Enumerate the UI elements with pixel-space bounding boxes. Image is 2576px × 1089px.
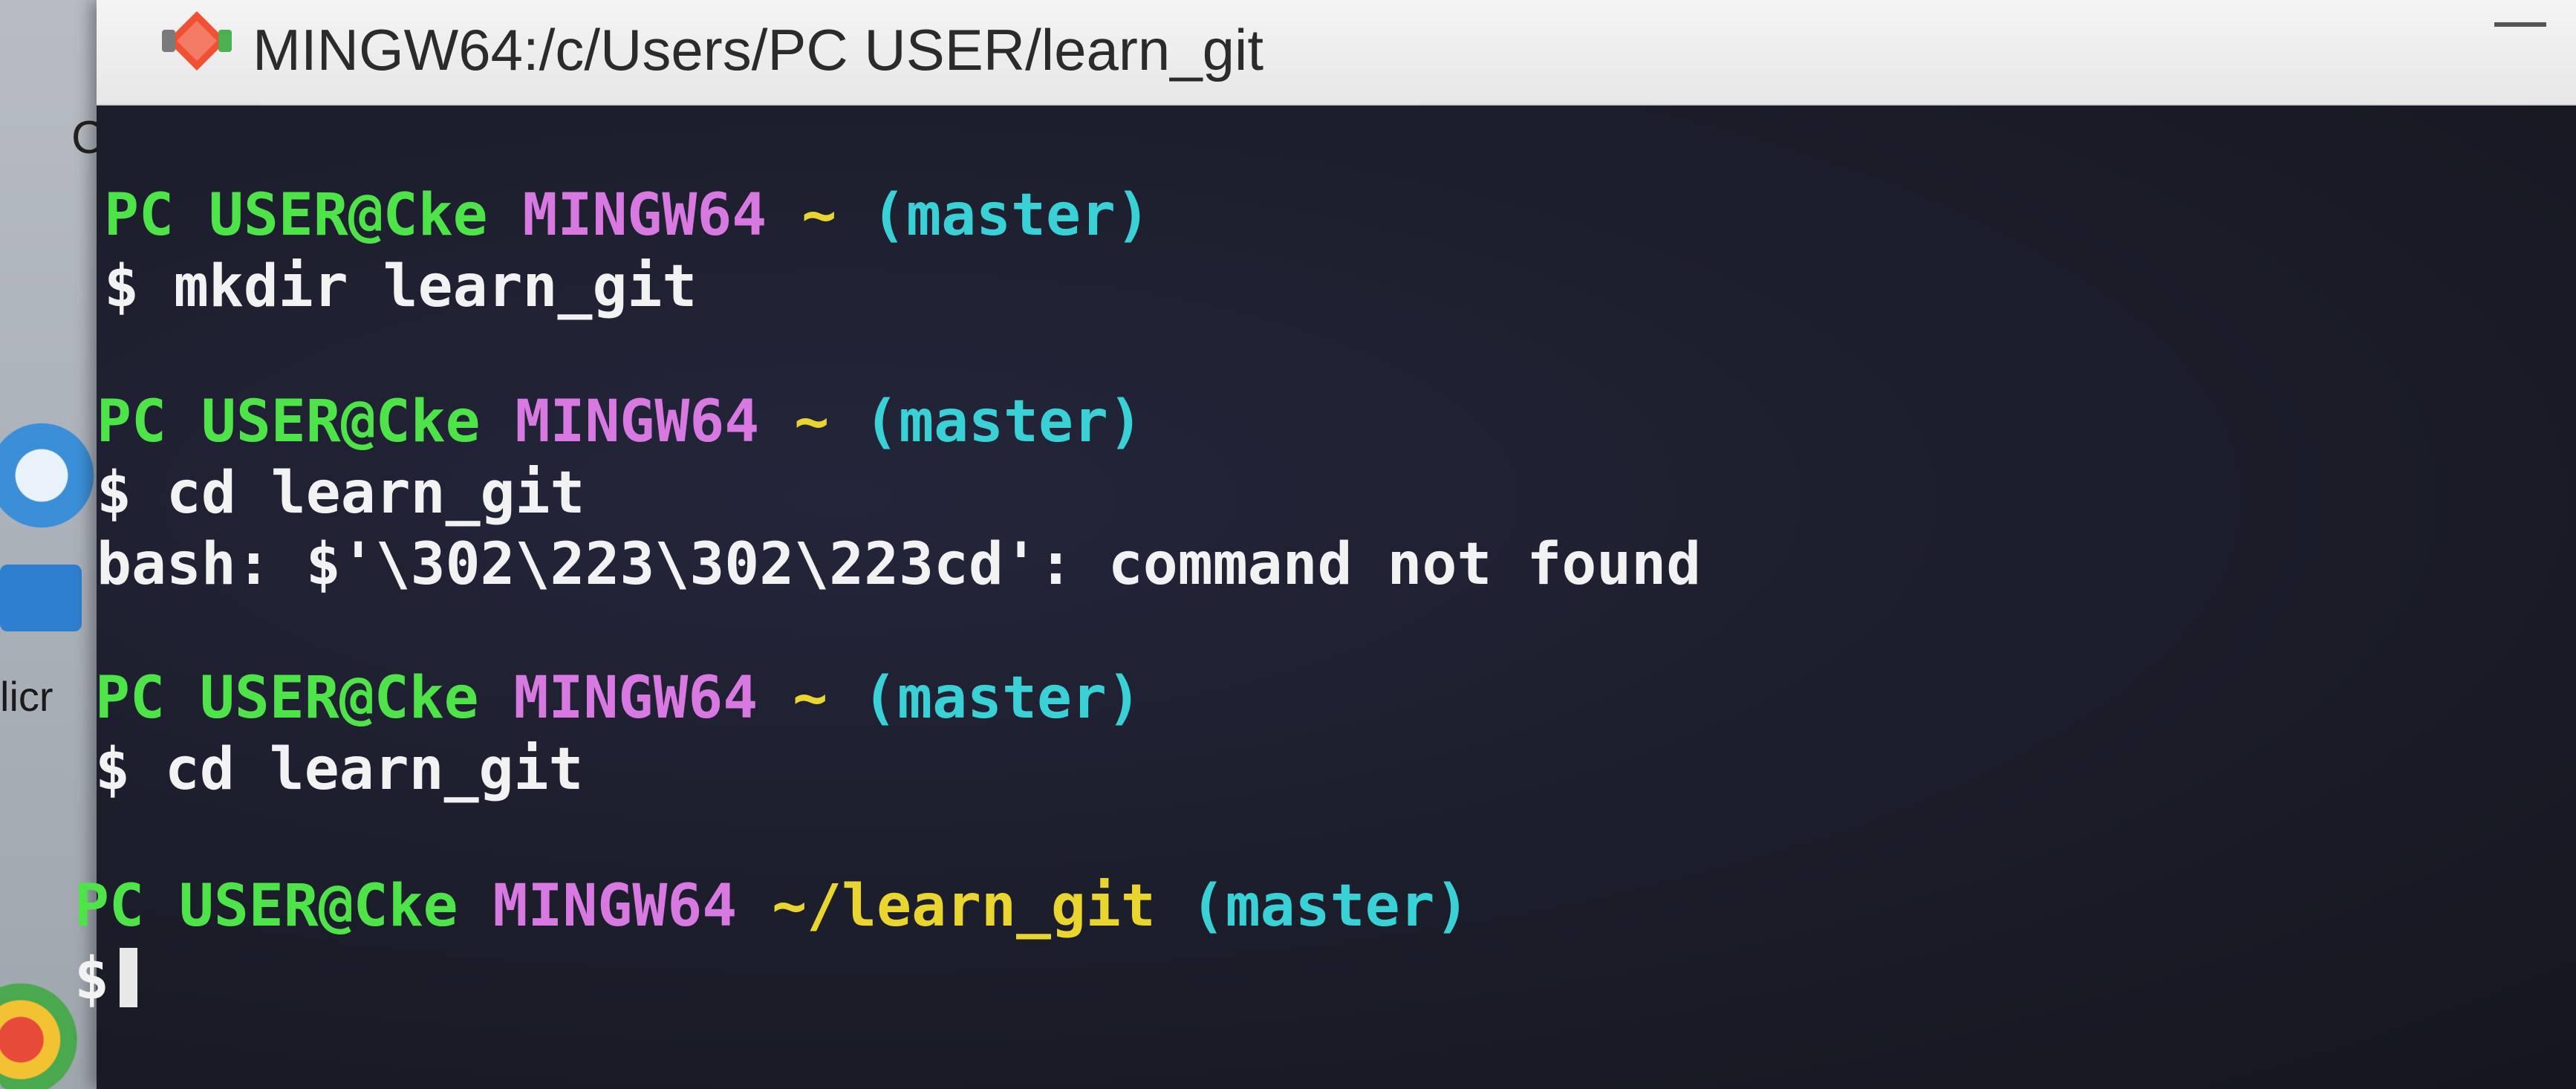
git-bash-icon	[162, 11, 232, 71]
command-line: $ mkdir learn_git	[104, 253, 697, 320]
terminal-output-area[interactable]: PC USER@Cke MINGW64 ~ (master) $ mkdir l…	[74, 105, 2576, 1089]
active-command-line[interactable]: $	[74, 943, 137, 1015]
prompt-user: PC USER@Cke	[97, 389, 481, 455]
prompt-line: PC USER@Cke MINGW64 ~ (master)	[97, 386, 1143, 458]
terminal-window[interactable]: MINGW64:/c/Users/PC USER/learn_git PC US…	[74, 0, 2576, 1089]
prompt-host: MINGW64	[522, 182, 767, 249]
prompt-line: PC USER@Cke MINGW64 ~ (master)	[95, 663, 1142, 734]
prompt-user: PC USER@Cke	[74, 873, 458, 940]
prompt-path: ~/learn_git	[772, 873, 1156, 940]
prompt-user: PC USER@Cke	[104, 182, 488, 249]
desktop-shortcut-icon[interactable]	[0, 565, 82, 631]
text-cursor	[119, 948, 137, 1007]
command-line: $ cd learn_git	[95, 736, 584, 803]
prompt-path: ~	[793, 665, 828, 732]
prompt-branch: (master)	[864, 389, 1143, 455]
prompt-symbol: $	[74, 946, 109, 1012]
prompt-branch: (master)	[1190, 873, 1470, 940]
prompt-host: MINGW64	[515, 389, 760, 455]
window-titlebar[interactable]: MINGW64:/c/Users/PC USER/learn_git	[97, 0, 2576, 105]
prompt-user: PC USER@Cke	[95, 665, 479, 732]
window-title: MINGW64:/c/Users/PC USER/learn_git	[253, 17, 1264, 82]
error-output: bash: $'\302\223\302\223cd': command not…	[97, 531, 1702, 598]
prompt-host: MINGW64	[513, 665, 758, 732]
prompt-line: PC USER@Cke MINGW64 ~ (master)	[104, 180, 1151, 251]
prompt-branch: (master)	[871, 182, 1151, 249]
prompt-line: PC USER@Cke MINGW64 ~/learn_git (master)	[74, 871, 1469, 942]
prompt-branch: (master)	[862, 665, 1142, 732]
prompt-host: MINGW64	[492, 873, 738, 940]
prompt-path: ~	[801, 182, 837, 249]
desktop-app-icon[interactable]	[0, 416, 104, 535]
command-line: $ cd learn_git	[97, 460, 585, 527]
minimize-icon[interactable]	[2494, 22, 2546, 27]
desktop-icon-label[interactable]: licr	[0, 672, 89, 721]
prompt-path: ~	[794, 389, 830, 455]
